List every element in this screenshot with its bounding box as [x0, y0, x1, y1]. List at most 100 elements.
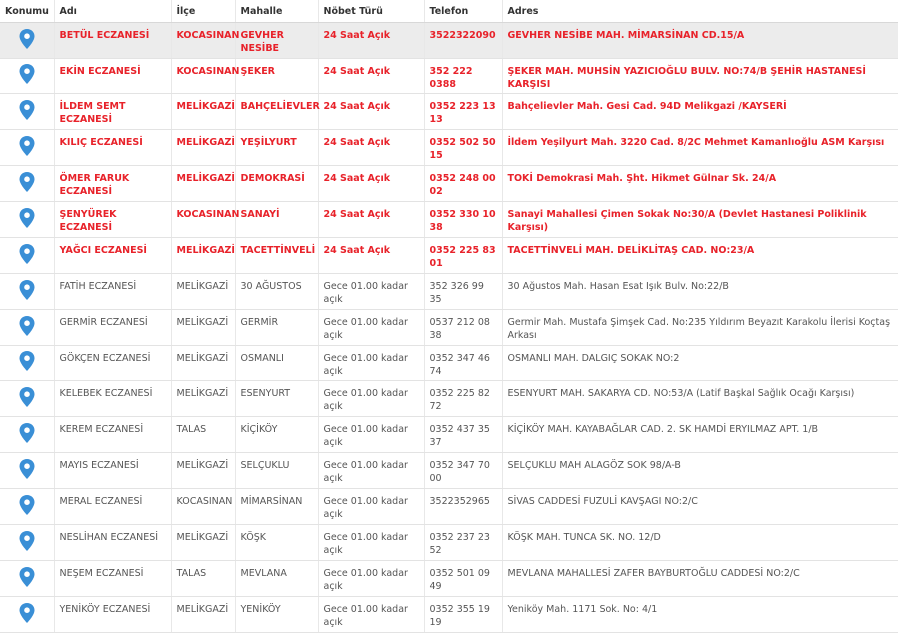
duty-type-cell: Gece 01.00 kadar açık [317, 380, 424, 417]
district-cell: MELİKGAZİ [170, 129, 235, 166]
map-pin-icon[interactable] [18, 530, 36, 552]
pharmacy-name: EKİN ECZANESİ [53, 58, 171, 94]
table-row: FATİH ECZANESİ MELİKGAZİ 30 AĞUSTOS Gece 01… [0, 273, 898, 310]
location-cell [0, 58, 54, 94]
neighborhood-cell: ŞEKER [234, 58, 318, 94]
pharmacy-table: Konumu Adı İlçe Mahalle Nöbet Türü Telef… [0, 0, 898, 633]
neighborhood-cell: GERMİR [234, 309, 318, 346]
district-cell: KOCASINAN [170, 201, 239, 238]
map-pin-icon[interactable] [18, 63, 36, 85]
phone-cell: 0352 225 82 72 [423, 380, 502, 417]
table-row: KELEBEK ECZANESİ MELİKGAZİ ESENYURT Gece 01… [0, 380, 898, 417]
table-row: KEREM ECZANESİ TALAS KİÇİKÖY Gece 01.00 kad… [0, 416, 898, 453]
map-pin-icon[interactable] [18, 243, 36, 265]
address-cell: KÖŞK MAH. TUNCA SK. NO. 12/D [501, 524, 898, 561]
neighborhood-cell: TACETTİNVELİ [234, 237, 318, 274]
phone-cell: 0352 437 35 37 [423, 416, 502, 453]
phone-cell: 0352 237 23 52 [423, 524, 502, 561]
table-row: YENİKÖY ECZANESİ MELİKGAZİ YENİKÖY Gece 01.… [0, 596, 898, 633]
table-row: NEŞEM ECZANESİ TALAS MEVLANA Gece 01.00 kad… [0, 560, 898, 597]
neighborhood-cell: SELÇUKLU [234, 452, 318, 489]
map-pin-icon[interactable] [18, 99, 36, 121]
district-cell: MELİKGAZİ [170, 596, 235, 633]
table-header-row: Konumu Adı İlçe Mahalle Nöbet Türü Telef… [0, 0, 898, 23]
district-cell: KOCASINAN [170, 22, 239, 59]
header-duty-type: Nöbet Türü [317, 0, 424, 23]
table-row: ÖMER FARUK ECZANESİ MELİKGAZİ DEMOKRASİ 24 … [0, 165, 898, 202]
address-cell: Germir Mah. Mustafa Şimşek Cad. No:235 Y… [501, 309, 898, 346]
location-cell [0, 416, 54, 453]
location-cell [0, 309, 54, 346]
location-cell [0, 452, 54, 489]
table-row: NESLİHAN ECZANESİ MELİKGAZİ KÖŞK Gece 01.00… [0, 524, 898, 561]
address-cell: SELÇUKLU MAH ALAGÖZ SOK 98/A-B [501, 452, 898, 489]
neighborhood-cell: GEVHER NESİBE [234, 22, 318, 59]
district-cell: MELİKGAZİ [170, 93, 235, 130]
district-cell: MELİKGAZİ [170, 524, 235, 561]
district-cell: TALAS [170, 416, 235, 453]
table-row: KILIÇ ECZANESİ MELİKGAZİ YEŞİLYURT 24 Saat … [0, 129, 898, 166]
district-cell: MELİKGAZİ [170, 273, 235, 310]
location-cell [0, 345, 54, 381]
pharmacy-name: KEREM ECZANESİ [53, 416, 171, 453]
duty-type-cell: 24 Saat Açık [317, 22, 424, 59]
duty-type-cell: Gece 01.00 kadar açık [317, 273, 424, 310]
address-cell: GEVHER NESİBE MAH. MİMARSİNAN CD.15/A [501, 22, 898, 59]
table-row: İLDEM SEMT ECZANESİ MELİKGAZİ BAHÇELİEVLER… [0, 93, 898, 130]
neighborhood-cell: MİMARSİNAN [234, 488, 318, 525]
phone-cell: 0352 225 83 01 [423, 237, 502, 274]
phone-cell: 0352 347 46 74 [423, 345, 502, 381]
district-cell: MELİKGAZİ [170, 452, 235, 489]
map-pin-icon[interactable] [18, 458, 36, 480]
phone-cell: 0537 212 08 38 [423, 309, 502, 346]
map-pin-icon[interactable] [18, 350, 36, 372]
duty-type-cell: 24 Saat Açık [317, 237, 424, 274]
location-cell [0, 237, 54, 274]
map-pin-icon[interactable] [18, 422, 36, 444]
duty-type-cell: Gece 01.00 kadar açık [317, 416, 424, 453]
address-cell: 30 Ağustos Mah. Hasan Esat Işık Bulv. No… [501, 273, 898, 310]
map-pin-icon[interactable] [18, 171, 36, 193]
map-pin-icon[interactable] [18, 28, 36, 50]
neighborhood-cell: KÖŞK [234, 524, 318, 561]
pharmacy-name: İLDEM SEMT ECZANESİ [53, 93, 171, 130]
address-cell: Bahçelievler Mah. Gesi Cad. 94D Melikgaz… [501, 93, 898, 130]
pharmacy-name: NESLİHAN ECZANESİ [53, 524, 171, 561]
table-row: ŞENYÜREK ECZANESİ KOCASINAN SANAYİ 24 Saat … [0, 201, 898, 238]
map-pin-icon[interactable] [18, 207, 36, 229]
map-pin-icon[interactable] [18, 494, 36, 516]
pharmacy-name: NEŞEM ECZANESİ [53, 560, 171, 597]
phone-cell: 0352 502 50 15 [423, 129, 502, 166]
header-district: İlçe [170, 0, 235, 23]
phone-cell: 352 326 99 35 [423, 273, 502, 310]
district-cell: MELİKGAZİ [170, 309, 235, 346]
neighborhood-cell: SANAYİ [234, 201, 318, 238]
location-cell [0, 93, 54, 130]
phone-cell: 0352 330 10 38 [423, 201, 502, 238]
header-address: Adres [501, 0, 898, 23]
address-cell: SİVAS CADDESİ FUZULİ KAVŞAGI NO:2/C [501, 488, 898, 525]
pharmacy-name: YENİKÖY ECZANESİ [53, 596, 171, 633]
phone-cell: 0352 355 19 19 [423, 596, 502, 633]
map-pin-icon[interactable] [18, 135, 36, 157]
table-row: GERMİR ECZANESİ MELİKGAZİ GERMİR Gece 01.00… [0, 309, 898, 346]
header-name: Adı [53, 0, 171, 23]
district-cell: MELİKGAZİ [170, 165, 235, 202]
map-pin-icon[interactable] [18, 602, 36, 624]
neighborhood-cell: 30 AĞUSTOS [234, 273, 318, 310]
location-cell [0, 380, 54, 417]
pharmacy-name: KILIÇ ECZANESİ [53, 129, 171, 166]
duty-type-cell: 24 Saat Açık [317, 58, 424, 94]
neighborhood-cell: OSMANLI [234, 345, 318, 381]
district-cell: TALAS [170, 560, 235, 597]
location-cell [0, 488, 54, 525]
map-pin-icon[interactable] [18, 279, 36, 301]
map-pin-icon[interactable] [18, 566, 36, 588]
header-neighborhood: Mahalle [234, 0, 318, 23]
phone-cell: 0352 501 09 49 [423, 560, 502, 597]
phone-cell: 3522352965 [423, 488, 502, 525]
pharmacy-name: ÖMER FARUK ECZANESİ [53, 165, 171, 202]
map-pin-icon[interactable] [18, 386, 36, 408]
map-pin-icon[interactable] [18, 315, 36, 337]
table-row: BETÜL ECZANESİ KOCASINAN GEVHER NESİBE 24 S… [0, 22, 898, 59]
